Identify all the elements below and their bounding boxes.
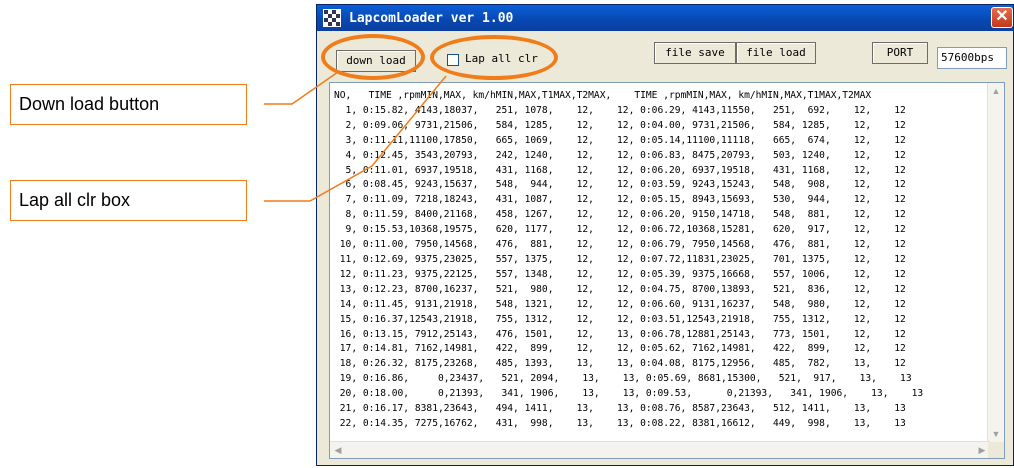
download-leader-line bbox=[264, 71, 339, 105]
lap-leader-line bbox=[264, 75, 447, 202]
callout-leader-lines bbox=[264, 71, 447, 202]
